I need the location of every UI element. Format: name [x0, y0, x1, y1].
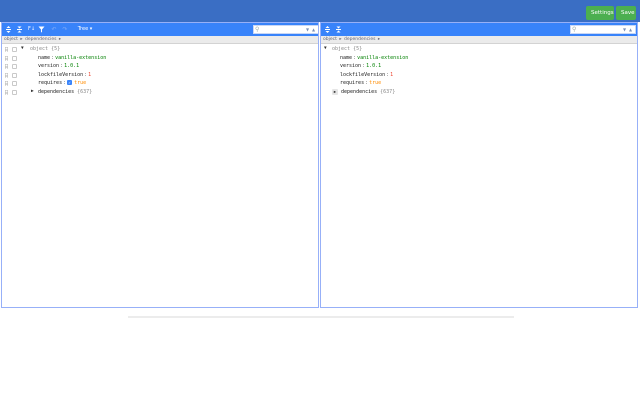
- field-lockfileversion[interactable]: lockfileVersion: [38, 72, 83, 78]
- json-tree: ▼ object {5} name:vanilla-extension vers…: [2, 45, 318, 97]
- value-version: 1.0.1: [366, 63, 382, 70]
- root-label: object {5}: [332, 46, 363, 52]
- value-dependencies: {637}: [380, 88, 396, 95]
- nav-item-dependencies[interactable]: dependencies: [25, 37, 56, 42]
- tree-row: name:vanilla-extension: [340, 54, 409, 61]
- tree-row: lockfileVersion:1: [340, 71, 394, 78]
- context-menu-button[interactable]: [12, 64, 17, 70]
- drag-handle-icon[interactable]: [5, 89, 8, 95]
- tree-row: version:1.0.1: [2, 62, 318, 71]
- context-menu-button[interactable]: [12, 81, 17, 87]
- collapsed-arrow-icon[interactable]: ▶: [31, 88, 34, 97]
- field-requires: requires: [340, 80, 365, 87]
- drag-handle-icon[interactable]: [5, 72, 8, 78]
- undo-icon[interactable]: ↶: [50, 23, 58, 36]
- search-next-icon[interactable]: ▼: [623, 27, 626, 33]
- context-menu-button[interactable]: [12, 72, 17, 78]
- search-previous-icon[interactable]: ▲: [629, 27, 632, 33]
- value-lockfileversion[interactable]: 1: [88, 72, 91, 78]
- nav-separator: ▸: [58, 37, 62, 42]
- settings-button[interactable]: Settings: [586, 6, 614, 20]
- context-menu-button[interactable]: [12, 47, 17, 52]
- filter-icon[interactable]: [38, 23, 46, 36]
- tree-row: version:1.0.1: [340, 63, 382, 70]
- navigation-bar: object ▸ dependencies ▸: [2, 36, 318, 44]
- navigation-bar: object ▸ dependencies ▸: [321, 36, 637, 44]
- tree-row-root: ▼ object {5}: [2, 45, 318, 54]
- tree-row: requires:true: [340, 80, 382, 87]
- value-name[interactable]: vanilla-extension: [55, 55, 106, 61]
- tree-row: ▶ dependencies {637}: [2, 88, 318, 97]
- nav-item-object[interactable]: object: [323, 37, 337, 42]
- left-menu-bar: F↓ ↶ ↷ Tree ▾ ⚲ ▼ ▲: [2, 23, 318, 36]
- tree-row: requires: ✓ true: [2, 79, 318, 88]
- json-tree: ▼ object {5} name:vanilla-extension vers…: [321, 45, 637, 97]
- top-bar: Settings Save: [0, 0, 640, 22]
- expanded-arrow-icon[interactable]: ▼: [324, 45, 327, 54]
- drag-handle-icon[interactable]: [5, 47, 8, 52]
- search-input[interactable]: ⚲ ▼ ▲: [570, 25, 636, 34]
- nav-item-object[interactable]: object: [4, 37, 18, 42]
- collapse-all-icon[interactable]: [335, 23, 343, 36]
- search-next-icon[interactable]: ▼: [306, 27, 309, 33]
- tree-row: ▶ dependencies {637}: [321, 88, 637, 97]
- collapsed-arrow-icon[interactable]: ▶: [332, 88, 338, 95]
- save-button[interactable]: Save: [616, 6, 636, 20]
- tree-row: lockfileVersion:1: [2, 71, 318, 80]
- value-dependencies: {637}: [77, 88, 93, 95]
- expand-all-icon[interactable]: [5, 23, 13, 36]
- sort-icon[interactable]: F↓: [27, 23, 36, 36]
- field-dependencies[interactable]: dependencies: [38, 89, 74, 95]
- field-dependencies: dependencies: [341, 88, 378, 95]
- expand-all-icon[interactable]: [324, 23, 332, 36]
- field-name[interactable]: name: [38, 55, 50, 61]
- value-name: vanilla-extension: [357, 54, 409, 61]
- context-menu-button[interactable]: [12, 55, 17, 61]
- boolean-checkbox[interactable]: ✓: [67, 80, 73, 86]
- collapse-all-icon[interactable]: [16, 23, 24, 36]
- right-editor: ⚲ ▼ ▲ object ▸ dependencies ▸ ▼ object {…: [320, 22, 638, 308]
- field-version: version: [340, 63, 362, 70]
- tree-row: name:vanilla-extension: [2, 54, 318, 63]
- drag-handle-icon[interactable]: [5, 81, 8, 87]
- nav-separator: ▸: [20, 37, 23, 42]
- drag-handle-icon[interactable]: [5, 64, 8, 70]
- value-requires[interactable]: true: [74, 80, 86, 86]
- search-input[interactable]: ⚲ ▼ ▲: [253, 25, 318, 34]
- field-lockfileversion: lockfileVersion: [340, 71, 386, 78]
- value-requires: true: [369, 80, 382, 87]
- value-lockfileversion: 1: [390, 71, 394, 78]
- nav-item-dependencies[interactable]: dependencies: [344, 37, 375, 42]
- redo-icon[interactable]: ↷: [61, 23, 69, 36]
- value-version[interactable]: 1.0.1: [64, 63, 79, 69]
- tree-row-root: ▼ object {5}: [321, 45, 637, 54]
- expanded-arrow-icon[interactable]: ▼: [21, 45, 24, 54]
- search-icon: ⚲: [572, 26, 577, 33]
- mode-dropdown[interactable]: Tree ▾: [74, 23, 96, 36]
- divider: [128, 316, 514, 318]
- field-version[interactable]: version: [38, 63, 59, 69]
- drag-handle-icon[interactable]: [5, 55, 8, 61]
- right-menu-bar: ⚲ ▼ ▲: [321, 23, 637, 36]
- left-editor: F↓ ↶ ↷ Tree ▾ ⚲ ▼ ▲ object ▸ dependencie…: [1, 22, 319, 308]
- field-requires[interactable]: requires: [38, 80, 62, 86]
- search-icon: ⚲: [255, 26, 260, 33]
- search-previous-icon[interactable]: ▲: [312, 27, 315, 33]
- nav-separator: ▸: [339, 37, 342, 42]
- field-name: name: [340, 54, 353, 61]
- root-label: object {5}: [30, 46, 61, 52]
- context-menu-button[interactable]: [12, 89, 17, 95]
- nav-separator: ▸: [377, 37, 381, 42]
